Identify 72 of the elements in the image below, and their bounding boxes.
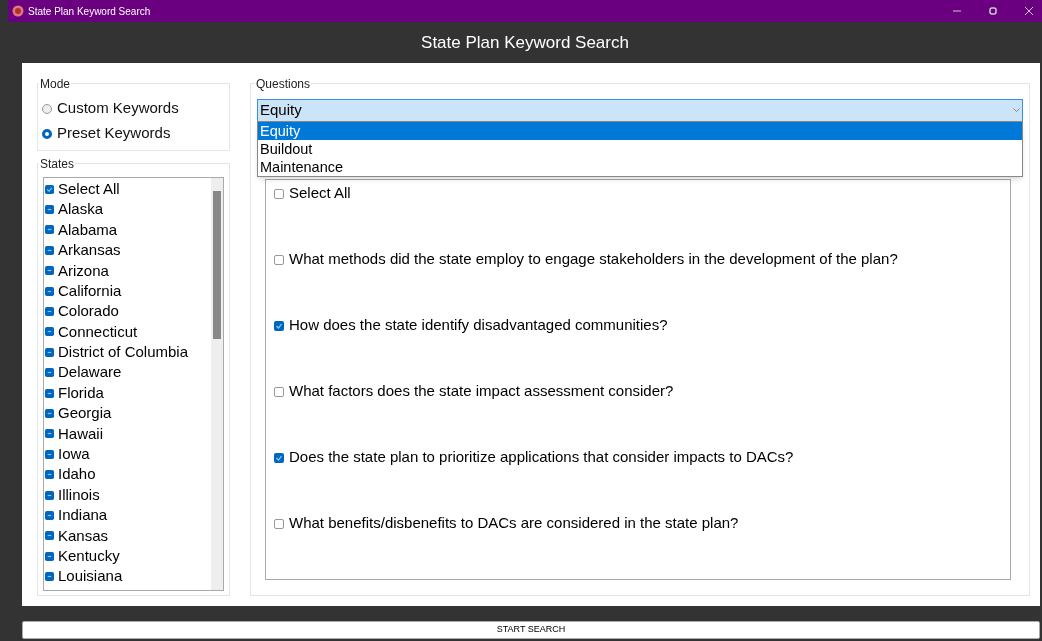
item-label: Iowa — [58, 444, 90, 465]
checkbox[interactable] — [274, 188, 284, 199]
radio-button[interactable] — [42, 128, 52, 139]
checkbox[interactable] — [45, 429, 54, 439]
item-label: Hawaii — [58, 423, 103, 444]
chevron-icon — [1013, 108, 1020, 113]
item-label: Illinois — [58, 484, 100, 505]
item-label: Kansas — [58, 525, 109, 546]
item-label: Select All — [58, 178, 120, 199]
checkbox[interactable] — [45, 490, 54, 500]
start-search-button[interactable]: START SEARCH — [22, 620, 1040, 639]
item-label: What factors does the state impact assessment consider? — [289, 381, 674, 402]
item-label: Georgia — [58, 403, 112, 424]
dropdown-value: Equity — [260, 100, 303, 121]
item-label: Colorado — [58, 301, 119, 322]
checkbox[interactable] — [45, 388, 54, 398]
checkbox[interactable] — [274, 386, 284, 397]
item-label: Arizona — [58, 260, 109, 281]
checkbox[interactable] — [274, 518, 284, 529]
checkbox[interactable] — [45, 572, 54, 582]
window-title: State Plan Keyword Search — [28, 4, 151, 19]
item-label: Florida — [58, 382, 104, 403]
restore-icon[interactable] — [988, 6, 998, 16]
item-label: Indiana — [58, 505, 108, 526]
item-label: District of Columbia — [58, 342, 189, 363]
item-label: Select All — [289, 183, 351, 204]
item-label: Does the state plan to prioritize applications that consider impacts to DACs? — [289, 447, 794, 468]
checkbox[interactable] — [45, 266, 54, 276]
checkbox[interactable] — [274, 452, 284, 463]
checkbox[interactable] — [45, 449, 54, 459]
checkbox[interactable] — [274, 254, 284, 265]
checkbox[interactable] — [45, 531, 54, 541]
item-label: Arkansas — [58, 240, 121, 261]
checkbox[interactable] — [45, 409, 54, 418]
checkbox[interactable] — [45, 470, 54, 480]
checkbox[interactable] — [45, 184, 54, 194]
checkbox[interactable] — [45, 205, 54, 215]
checkbox[interactable] — [45, 347, 54, 357]
option-label: Custom Keywords — [57, 98, 179, 119]
scrollbar[interactable] — [211, 178, 223, 590]
item-label: Kentucky — [58, 546, 120, 566]
radio-option[interactable]: Preset Keywords — [42, 121, 229, 146]
item-label: Louisiana — [58, 566, 123, 587]
item-label: What methods did the state employ to engage stakeholders in the development of the plan? — [289, 249, 898, 270]
checkbox[interactable] — [45, 225, 54, 235]
dropdown-option[interactable]: Buildout — [258, 140, 1022, 158]
scrollbar-thumb[interactable] — [213, 191, 221, 339]
item-label: What benefits/disbenefits to DACs are considered in the state plan? — [289, 513, 739, 534]
dropdown-option[interactable]: Maintenance — [258, 158, 1022, 176]
item-label: Idaho — [58, 464, 96, 485]
checkbox[interactable] — [45, 286, 54, 296]
checkbox[interactable] — [45, 245, 54, 255]
item-label: Alaska — [58, 199, 104, 220]
checkbox[interactable] — [45, 327, 54, 337]
checkbox[interactable] — [45, 510, 54, 520]
close-icon[interactable] — [1024, 6, 1034, 16]
option-label: Preset Keywords — [57, 123, 171, 144]
item-label: Connecticut — [58, 321, 138, 342]
checkbox[interactable] — [45, 368, 54, 378]
item-label: Delaware — [58, 362, 122, 383]
checkbox[interactable] — [45, 551, 54, 561]
category-dropdown[interactable]: Equity — [257, 99, 1023, 122]
item-label: How does the state identify disadvantaged communities? — [289, 315, 668, 336]
app-icon — [12, 5, 24, 17]
item-label: Alabama — [58, 219, 118, 240]
app-header: State Plan Keyword Search — [421, 31, 629, 54]
radio-button[interactable] — [42, 103, 52, 114]
checkbox[interactable] — [45, 307, 54, 317]
checkbox[interactable] — [274, 320, 284, 331]
radio-option[interactable]: Custom Keywords — [42, 96, 229, 121]
dropdown-option[interactable]: Equity — [258, 122, 1022, 140]
item-label: California — [58, 280, 122, 301]
